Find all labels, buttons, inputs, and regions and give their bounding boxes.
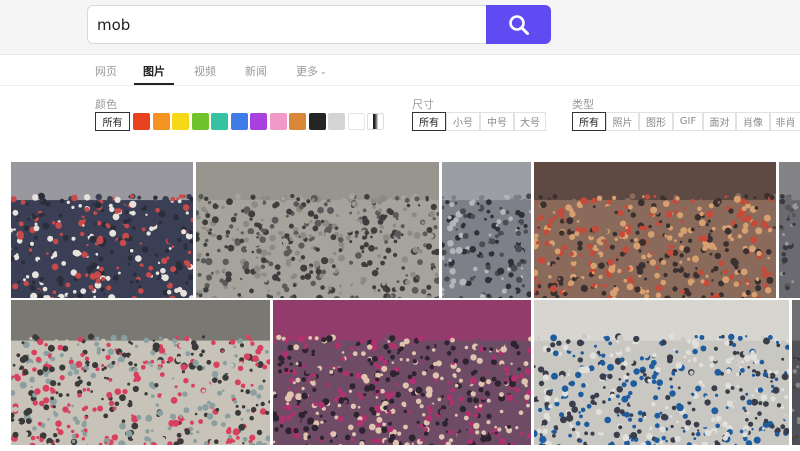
color-swatch[interactable] [230,113,248,130]
color-swatch[interactable] [191,113,209,130]
color-swatch[interactable] [308,113,326,130]
tab-news[interactable]: 新闻 [245,63,267,85]
image-result[interactable] [534,300,789,445]
image-result[interactable] [11,162,193,298]
type-filter-label: 类型 [572,98,594,111]
color-swatch[interactable] [211,113,228,130]
search-input[interactable] [87,5,487,44]
color-swatch[interactable] [250,113,267,130]
tab-videos[interactable]: 视频 [194,63,216,85]
color-filter-label: 颜色 [95,98,117,111]
vertical-tabs: 网页 图片 视频 新闻 更多 ⌄ [0,55,800,86]
tab-images[interactable]: 图片 [134,63,174,85]
size-chip-medium[interactable]: 中号 [480,112,514,131]
image-results-grid [0,160,800,451]
search-header [0,0,800,55]
tab-more[interactable]: 更多 ⌄ [296,63,327,85]
size-chip-all[interactable]: 所有 [412,112,446,131]
type-chip-non-portrait[interactable]: 非肖 [770,112,800,131]
chevron-down-icon: ⌄ [320,67,327,76]
size-chip-small[interactable]: 小号 [446,112,480,131]
color-swatch[interactable] [133,113,150,130]
tab-more-label: 更多 [296,65,318,78]
color-swatch[interactable] [172,113,189,130]
size-filter-label: 尺寸 [412,98,434,111]
image-result[interactable] [273,300,531,445]
type-chip-all[interactable]: 所有 [572,112,606,131]
color-swatch[interactable] [347,113,365,130]
search-button[interactable] [486,5,551,44]
color-swatch[interactable] [269,113,287,130]
image-result[interactable] [534,162,776,298]
color-swatch[interactable] [367,113,384,130]
image-result[interactable] [11,300,270,445]
image-result[interactable] [442,162,531,298]
image-result[interactable] [779,162,800,298]
color-swatch[interactable] [152,113,170,130]
search-icon [508,14,529,35]
size-chip-large[interactable]: 大号 [514,112,546,131]
color-all-chip[interactable]: 所有 [95,112,130,131]
type-chip-portrait[interactable]: 肖像 [736,112,770,131]
type-chip-graphic[interactable]: 图形 [639,112,673,131]
type-chip-face[interactable]: 面对 [703,112,736,131]
color-swatch[interactable] [328,113,345,130]
image-result[interactable] [196,162,439,298]
color-swatch[interactable] [289,113,306,130]
image-result[interactable] [792,300,800,445]
type-chip-gif[interactable]: GIF [673,112,703,131]
tab-web[interactable]: 网页 [95,63,117,85]
type-chip-photo[interactable]: 照片 [606,112,639,131]
